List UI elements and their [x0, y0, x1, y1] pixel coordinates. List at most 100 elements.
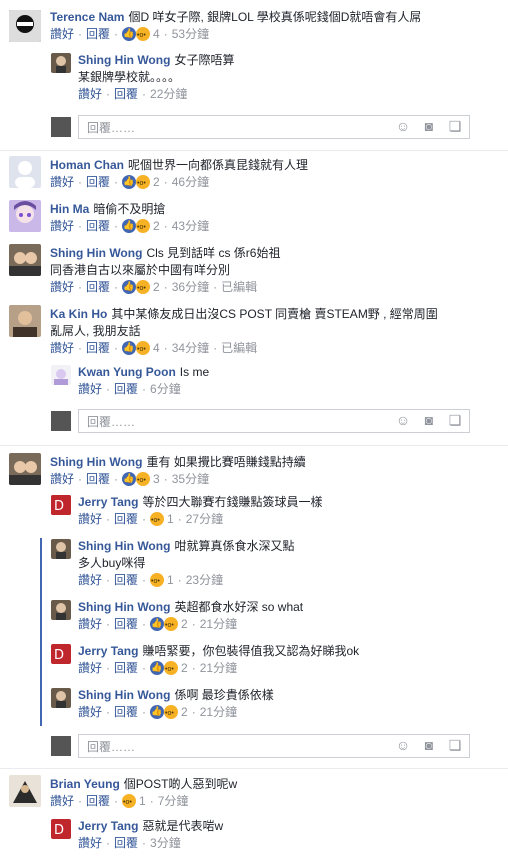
commenter-name[interactable]: Ka Kin Ho	[50, 307, 107, 321]
timestamp[interactable]: 21分鐘	[200, 705, 237, 719]
wow-reaction-icon[interactable]	[136, 175, 151, 192]
avatar[interactable]	[51, 539, 71, 559]
timestamp[interactable]: 46分鐘	[172, 175, 209, 189]
reply-input[interactable]: 回覆…… ☺ ◙ ❏	[78, 734, 470, 758]
like-link[interactable]: 讚好	[50, 219, 74, 233]
reply-link[interactable]: 回覆	[86, 341, 110, 355]
reply-link[interactable]: 回覆	[114, 836, 138, 850]
like-link[interactable]: 讚好	[78, 573, 102, 587]
reply-link[interactable]: 回覆	[86, 27, 110, 41]
edited-label[interactable]: 已編輯	[221, 280, 257, 294]
commenter-name[interactable]: Jerry Tang	[78, 644, 138, 658]
like-reaction-icon[interactable]	[122, 173, 137, 190]
timestamp[interactable]: 7分鐘	[158, 794, 189, 808]
wow-reaction-icon[interactable]	[136, 27, 151, 44]
timestamp[interactable]: 27分鐘	[186, 512, 223, 526]
like-reaction-icon[interactable]	[150, 615, 165, 632]
reply-link[interactable]: 回覆	[86, 280, 110, 294]
avatar[interactable]	[51, 600, 71, 620]
reaction-count[interactable]: 1	[167, 573, 174, 587]
timestamp[interactable]: 22分鐘	[150, 87, 187, 101]
like-link[interactable]: 讚好	[50, 27, 74, 41]
like-link[interactable]: 讚好	[78, 705, 102, 719]
commenter-name[interactable]: Jerry Tang	[78, 819, 138, 833]
like-link[interactable]: 讚好	[78, 87, 102, 101]
wow-reaction-icon[interactable]	[164, 705, 179, 722]
reply-link[interactable]: 回覆	[114, 705, 138, 719]
timestamp[interactable]: 21分鐘	[200, 661, 237, 675]
sticker-icon[interactable]: ❏	[447, 118, 463, 134]
commenter-name[interactable]: Shing Hin Wong	[78, 539, 170, 553]
like-reaction-icon[interactable]	[122, 339, 137, 356]
commenter-name[interactable]: Homan Chan	[50, 158, 124, 172]
like-reaction-icon[interactable]	[150, 703, 165, 720]
reply-link[interactable]: 回覆	[86, 794, 110, 808]
like-link[interactable]: 讚好	[78, 512, 102, 526]
camera-icon[interactable]: ◙	[421, 118, 437, 134]
reply-link[interactable]: 回覆	[114, 573, 138, 587]
edited-label[interactable]: 已編輯	[221, 341, 257, 355]
sticker-icon[interactable]: ❏	[447, 412, 463, 428]
wow-reaction-icon[interactable]	[164, 617, 179, 634]
sticker-icon[interactable]: ❏	[447, 737, 463, 753]
timestamp[interactable]: 35分鐘	[172, 472, 209, 486]
like-reaction-icon[interactable]	[122, 278, 137, 295]
like-link[interactable]: 讚好	[78, 617, 102, 631]
reply-link[interactable]: 回覆	[114, 617, 138, 631]
avatar[interactable]	[9, 10, 41, 42]
reaction-count[interactable]: 2	[181, 617, 188, 631]
timestamp[interactable]: 23分鐘	[186, 573, 223, 587]
commenter-name[interactable]: Shing Hin Wong	[50, 455, 142, 469]
reaction-count[interactable]: 1	[167, 512, 174, 526]
wow-reaction-icon[interactable]	[136, 280, 151, 297]
reply-input[interactable]: 回覆…… ☺ ◙ ❏	[78, 115, 470, 139]
avatar[interactable]: D	[51, 819, 71, 839]
avatar[interactable]	[51, 365, 71, 385]
reaction-count[interactable]: 4	[153, 341, 160, 355]
timestamp[interactable]: 36分鐘	[172, 280, 209, 294]
reply-link[interactable]: 回覆	[86, 472, 110, 486]
avatar[interactable]: D	[51, 495, 71, 515]
commenter-name[interactable]: Terence Nam	[50, 10, 124, 24]
reaction-count[interactable]: 2	[181, 705, 188, 719]
wow-reaction-icon[interactable]	[136, 472, 151, 489]
wow-reaction-icon[interactable]	[136, 219, 151, 236]
timestamp[interactable]: 3分鐘	[150, 836, 181, 850]
avatar[interactable]	[9, 775, 41, 807]
like-link[interactable]: 讚好	[50, 794, 74, 808]
avatar[interactable]	[9, 200, 41, 232]
timestamp[interactable]: 53分鐘	[172, 27, 209, 41]
like-reaction-icon[interactable]	[122, 217, 137, 234]
like-reaction-icon[interactable]	[122, 470, 137, 487]
avatar[interactable]	[9, 305, 41, 337]
reaction-count[interactable]: 2	[153, 219, 160, 233]
avatar[interactable]	[51, 688, 71, 708]
wow-reaction-icon[interactable]	[136, 341, 151, 358]
avatar[interactable]	[9, 453, 41, 485]
timestamp[interactable]: 6分鐘	[150, 382, 181, 396]
like-reaction-icon[interactable]	[150, 659, 165, 676]
like-link[interactable]: 讚好	[78, 382, 102, 396]
like-link[interactable]: 讚好	[78, 836, 102, 850]
like-link[interactable]: 讚好	[50, 341, 74, 355]
like-link[interactable]: 讚好	[78, 661, 102, 675]
avatar[interactable]	[9, 156, 41, 188]
timestamp[interactable]: 21分鐘	[200, 617, 237, 631]
avatar[interactable]	[51, 53, 71, 73]
reaction-count[interactable]: 2	[181, 661, 188, 675]
timestamp[interactable]: 34分鐘	[172, 341, 209, 355]
emoji-icon[interactable]: ☺	[395, 118, 411, 134]
wow-reaction-icon[interactable]	[150, 512, 165, 529]
like-reaction-icon[interactable]	[122, 25, 137, 42]
camera-icon[interactable]: ◙	[421, 737, 437, 753]
avatar[interactable]: D	[51, 644, 71, 664]
reply-link[interactable]: 回覆	[114, 382, 138, 396]
commenter-name[interactable]: Shing Hin Wong	[78, 53, 170, 67]
commenter-name[interactable]: Hin Ma	[50, 202, 89, 216]
emoji-icon[interactable]: ☺	[395, 737, 411, 753]
timestamp[interactable]: 43分鐘	[172, 219, 209, 233]
commenter-name[interactable]: Shing Hin Wong	[78, 688, 170, 702]
commenter-name[interactable]: Jerry Tang	[78, 495, 138, 509]
emoji-icon[interactable]: ☺	[395, 412, 411, 428]
wow-reaction-icon[interactable]	[150, 573, 165, 590]
